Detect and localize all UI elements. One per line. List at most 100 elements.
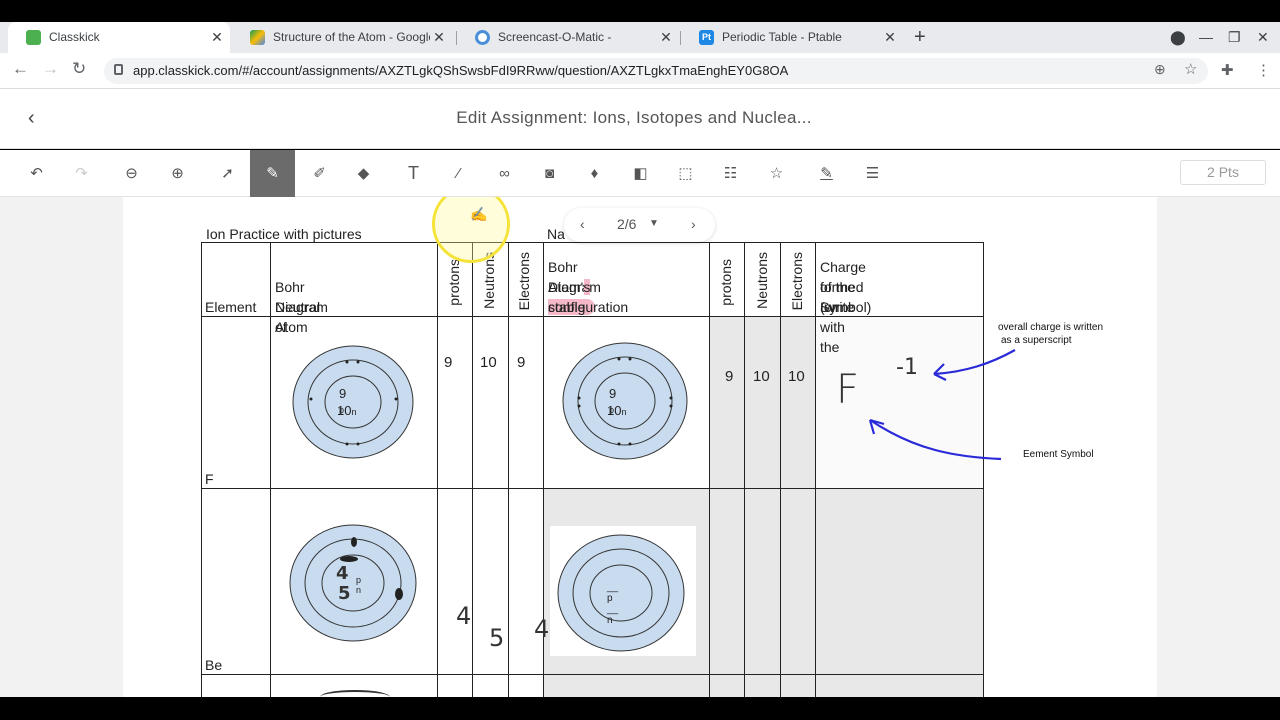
next-row-preview	[320, 690, 390, 697]
selection-box-icon[interactable]: ⬚	[663, 150, 708, 197]
canvas-area: Ion Practice with pictures Na Element Bo…	[0, 197, 1280, 697]
col-line	[815, 242, 816, 697]
handwritten-be-neutrons: 5	[489, 624, 505, 652]
extensions-puzzle-icon[interactable]: ✚	[1221, 61, 1234, 79]
google-drive-favicon-icon	[250, 30, 265, 45]
atom-be-units: pn	[356, 575, 361, 595]
line-width-icon[interactable]: ☰	[850, 150, 895, 197]
handwritten-atom-be-n: 5	[338, 583, 351, 604]
unit-p: p	[607, 593, 613, 604]
close-tab-icon[interactable]: ✕	[210, 22, 224, 53]
pen-color-icon[interactable]: ✎	[804, 150, 849, 197]
zoom-icon[interactable]: ⊕	[1154, 61, 1166, 78]
redo-icon[interactable]: ↷	[59, 150, 104, 197]
f-electrons-2: 10	[788, 368, 805, 385]
row-line	[201, 674, 984, 675]
restore-icon[interactable]: ❐	[1228, 22, 1241, 53]
col-line	[437, 242, 438, 697]
unit-n: n	[621, 407, 627, 417]
eraser-icon[interactable]: ◆	[341, 150, 386, 197]
worksheet-caption-2: Na	[547, 226, 565, 242]
header-charge-3: Symbol)	[820, 299, 872, 315]
camera-icon[interactable]: ◙	[527, 150, 572, 197]
page-indicator[interactable]: 2/6	[617, 216, 636, 232]
header-electrons: Electrons	[516, 252, 532, 311]
tab-strip: Classkick ✕ Structure of the Atom - Goog…	[0, 22, 1280, 53]
unit-n: n	[351, 407, 357, 417]
col-line	[270, 242, 271, 697]
bohr-diagram-f-neutral	[292, 345, 414, 459]
handwritten-symbol-f: F	[836, 367, 860, 413]
atom-f-protons-value: 9	[339, 386, 347, 401]
undo-icon[interactable]: ↶	[14, 150, 59, 197]
app-header: ‹ Edit Assignment: Ions, Isotopes and Nu…	[0, 89, 1280, 149]
col-line	[709, 242, 710, 697]
zoom-in-icon[interactable]: ⊕	[155, 150, 200, 197]
prev-page-icon[interactable]: ‹	[580, 216, 585, 232]
handwritten-be-protons: 4	[456, 602, 472, 630]
bohr-diagram-be-stable	[557, 534, 685, 652]
zoom-out-icon[interactable]: ⊖	[109, 150, 154, 197]
bottom-bar	[0, 697, 1280, 720]
tab-ptable[interactable]: Pt Periodic Table - Ptable ✕	[681, 22, 903, 53]
pen-cursor-icon: ✍	[470, 206, 488, 222]
close-tab-icon[interactable]: ✕	[883, 22, 897, 53]
minimize-icon[interactable]: —	[1199, 22, 1213, 53]
unit-n: n	[607, 615, 613, 626]
tab-screencast[interactable]: Screencast-O-Matic - ✕	[457, 22, 679, 53]
line-tool-icon[interactable]: ⁄	[436, 150, 481, 197]
tab-google-docs[interactable]: Structure of the Atom - Google D ✕	[232, 22, 454, 53]
page-dropdown-icon[interactable]: ▼	[649, 218, 659, 229]
header-bohr-neutral-2: Neutral Atom	[275, 299, 321, 335]
tab-label: Periodic Table - Ptable	[722, 30, 842, 44]
new-tab-button[interactable]: +	[914, 22, 926, 53]
atom-be-stable-units: __ p __ n	[607, 582, 619, 626]
pen-tool-icon[interactable]: ✎	[250, 150, 295, 197]
ptable-favicon-icon: Pt	[699, 30, 714, 45]
header-charge-2: formed (write with the	[820, 279, 864, 355]
unit-n: n	[356, 585, 362, 595]
worksheet-caption: Ion Practice with pictures	[206, 226, 362, 242]
address-bar[interactable]: app.classkick.com/#/account/assignments/…	[104, 58, 1208, 84]
text-tool-icon[interactable]: T	[391, 150, 436, 197]
link-icon[interactable]: ∞	[482, 150, 527, 197]
header-neutrons-2: Neutrons	[754, 252, 770, 309]
col-line	[508, 242, 509, 697]
note-symbol: Eement Symbol	[1023, 449, 1094, 460]
col-line	[744, 242, 745, 697]
menu-kebab-icon[interactable]: ⋮	[1256, 61, 1271, 79]
shapes-icon[interactable]: ◧	[618, 150, 663, 197]
f-protons: 9	[444, 354, 453, 371]
bohr-diagram-f-stable	[562, 342, 688, 460]
tab-label: Structure of the Atom - Google D	[273, 30, 448, 44]
header-protons-2: protons	[718, 259, 734, 306]
bookmark-star-icon[interactable]: ☆	[1184, 60, 1197, 78]
reload-icon[interactable]: ↻	[72, 59, 86, 79]
highlighter-icon[interactable]: ✐	[297, 150, 342, 197]
atom-f-neutrons: 10n	[337, 403, 356, 418]
close-tab-icon[interactable]: ✕	[659, 22, 673, 53]
tab-classkick[interactable]: Classkick ✕	[8, 22, 230, 53]
editor-toolbar: ↶ ↷ ⊖ ⊕ ➚ ✎ ✐ ◆ T ⁄ ∞ ◙ ♦ ◧ ⬚ ☷ ☆ ✎ ☰ 2 …	[0, 150, 1280, 197]
list-icon[interactable]: ☷	[708, 150, 753, 197]
star-sticker-icon[interactable]: ☆	[754, 150, 799, 197]
microphone-icon[interactable]: ♦	[572, 150, 617, 197]
unit-p: p	[356, 575, 362, 585]
points-field[interactable]: 2 Pts	[1180, 160, 1266, 185]
atom-f-stable-neutrons: 10n	[607, 403, 626, 418]
element-be: Be	[205, 657, 223, 673]
element-f: F	[205, 471, 214, 487]
select-pointer-icon[interactable]: ➚	[205, 150, 250, 197]
next-page-icon[interactable]: ›	[691, 216, 696, 232]
atom-f-stable-neutrons-value: 10	[607, 403, 622, 418]
classkick-favicon-icon	[26, 30, 41, 45]
back-arrow-icon[interactable]: ←	[12, 59, 29, 79]
col-line	[472, 242, 473, 697]
close-tab-icon[interactable]: ✕	[430, 22, 448, 53]
tab-search-icon[interactable]: ⬤	[1170, 22, 1186, 53]
page-navigator: ‹ 2/6 ▼ ›	[564, 208, 715, 242]
forward-arrow-icon[interactable]: →	[42, 59, 59, 79]
url-text[interactable]: app.classkick.com/#/account/assignments/…	[133, 63, 788, 78]
close-window-icon[interactable]: ✕	[1257, 22, 1269, 53]
tab-label: Classkick	[49, 30, 100, 44]
